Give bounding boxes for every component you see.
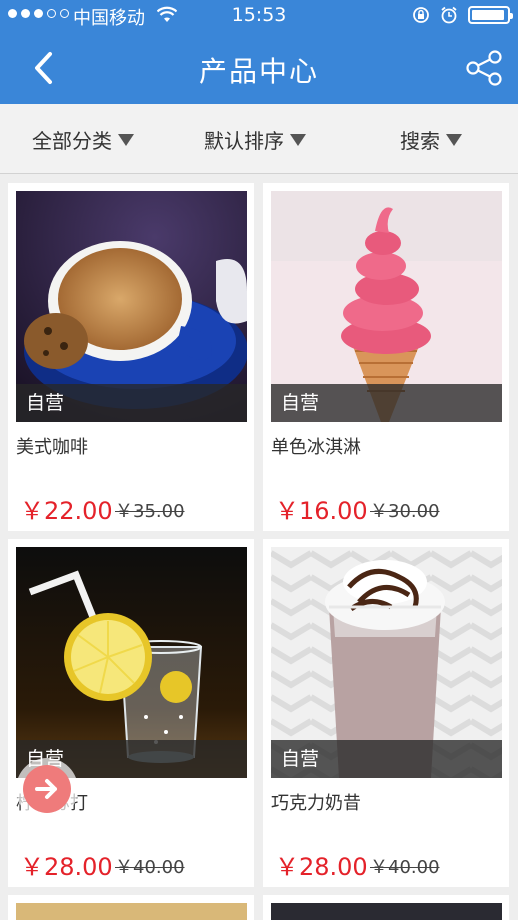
self-operated-badge: 自营: [271, 740, 502, 778]
product-image: [16, 903, 247, 920]
product-original-price: ￥35.00: [115, 501, 185, 522]
filter-search-label: 搜索: [400, 129, 440, 153]
product-name: 巧克力奶昔: [271, 793, 361, 814]
product-price: ￥16.00: [275, 497, 368, 525]
dropdown-triangle-icon: [446, 133, 462, 146]
product-price: ￥22.00: [20, 497, 113, 525]
product-original-price: ￥40.00: [370, 857, 440, 878]
product-image: 自营: [271, 191, 502, 422]
filter-category[interactable]: 全部分类: [32, 125, 134, 154]
battery-icon: [468, 6, 513, 24]
header: 中国移动 15:53 产品中心: [0, 0, 518, 104]
product-image: 自营: [16, 191, 247, 422]
dropdown-triangle-icon: [118, 133, 134, 146]
product-card[interactable]: [263, 895, 509, 920]
product-image: [271, 903, 502, 920]
product-name: 美式咖啡: [16, 437, 88, 458]
product-card[interactable]: 自营 单色冰淇淋 ￥16.00 ￥30.00: [263, 183, 509, 531]
arrow-right-icon: [35, 779, 57, 799]
nav-bar: 产品中心: [0, 34, 518, 104]
product-original-price: ￥30.00: [370, 501, 440, 522]
alarm-icon: [441, 6, 457, 24]
page-title: 产品中心: [198, 55, 319, 88]
product-image: 自营: [16, 547, 247, 778]
dropdown-triangle-icon: [290, 133, 306, 146]
product-name: 单色冰淇淋: [271, 437, 361, 458]
filter-bar: 全部分类 默认排序 搜索: [0, 104, 518, 174]
self-operated-badge: 自营: [16, 384, 247, 422]
filter-sort-label: 默认排序: [204, 129, 284, 153]
floating-next-button[interactable]: [16, 758, 78, 820]
filter-sort[interactable]: 默认排序: [204, 125, 306, 154]
product-card[interactable]: 自营 美式咖啡 ￥22.00 ￥35.00: [8, 183, 254, 531]
status-bar: 中国移动 15:53: [0, 0, 518, 34]
product-original-price: ￥40.00: [115, 857, 185, 878]
rotation-lock-icon: [413, 7, 429, 23]
product-card[interactable]: 自营 巧克力奶昔 ￥28.00 ￥40.00: [263, 539, 509, 887]
product-card[interactable]: 自营 柠檬苏打 ￥28.00 ￥40.00: [8, 539, 254, 887]
product-image: 自营: [271, 547, 502, 778]
self-operated-badge: 自营: [271, 384, 502, 422]
filter-search[interactable]: 搜索: [400, 125, 462, 154]
filter-category-label: 全部分类: [32, 129, 112, 153]
product-price: ￥28.00: [275, 853, 368, 881]
product-price: ￥28.00: [20, 853, 113, 881]
share-icon[interactable]: [464, 48, 504, 88]
product-card[interactable]: [8, 895, 254, 920]
